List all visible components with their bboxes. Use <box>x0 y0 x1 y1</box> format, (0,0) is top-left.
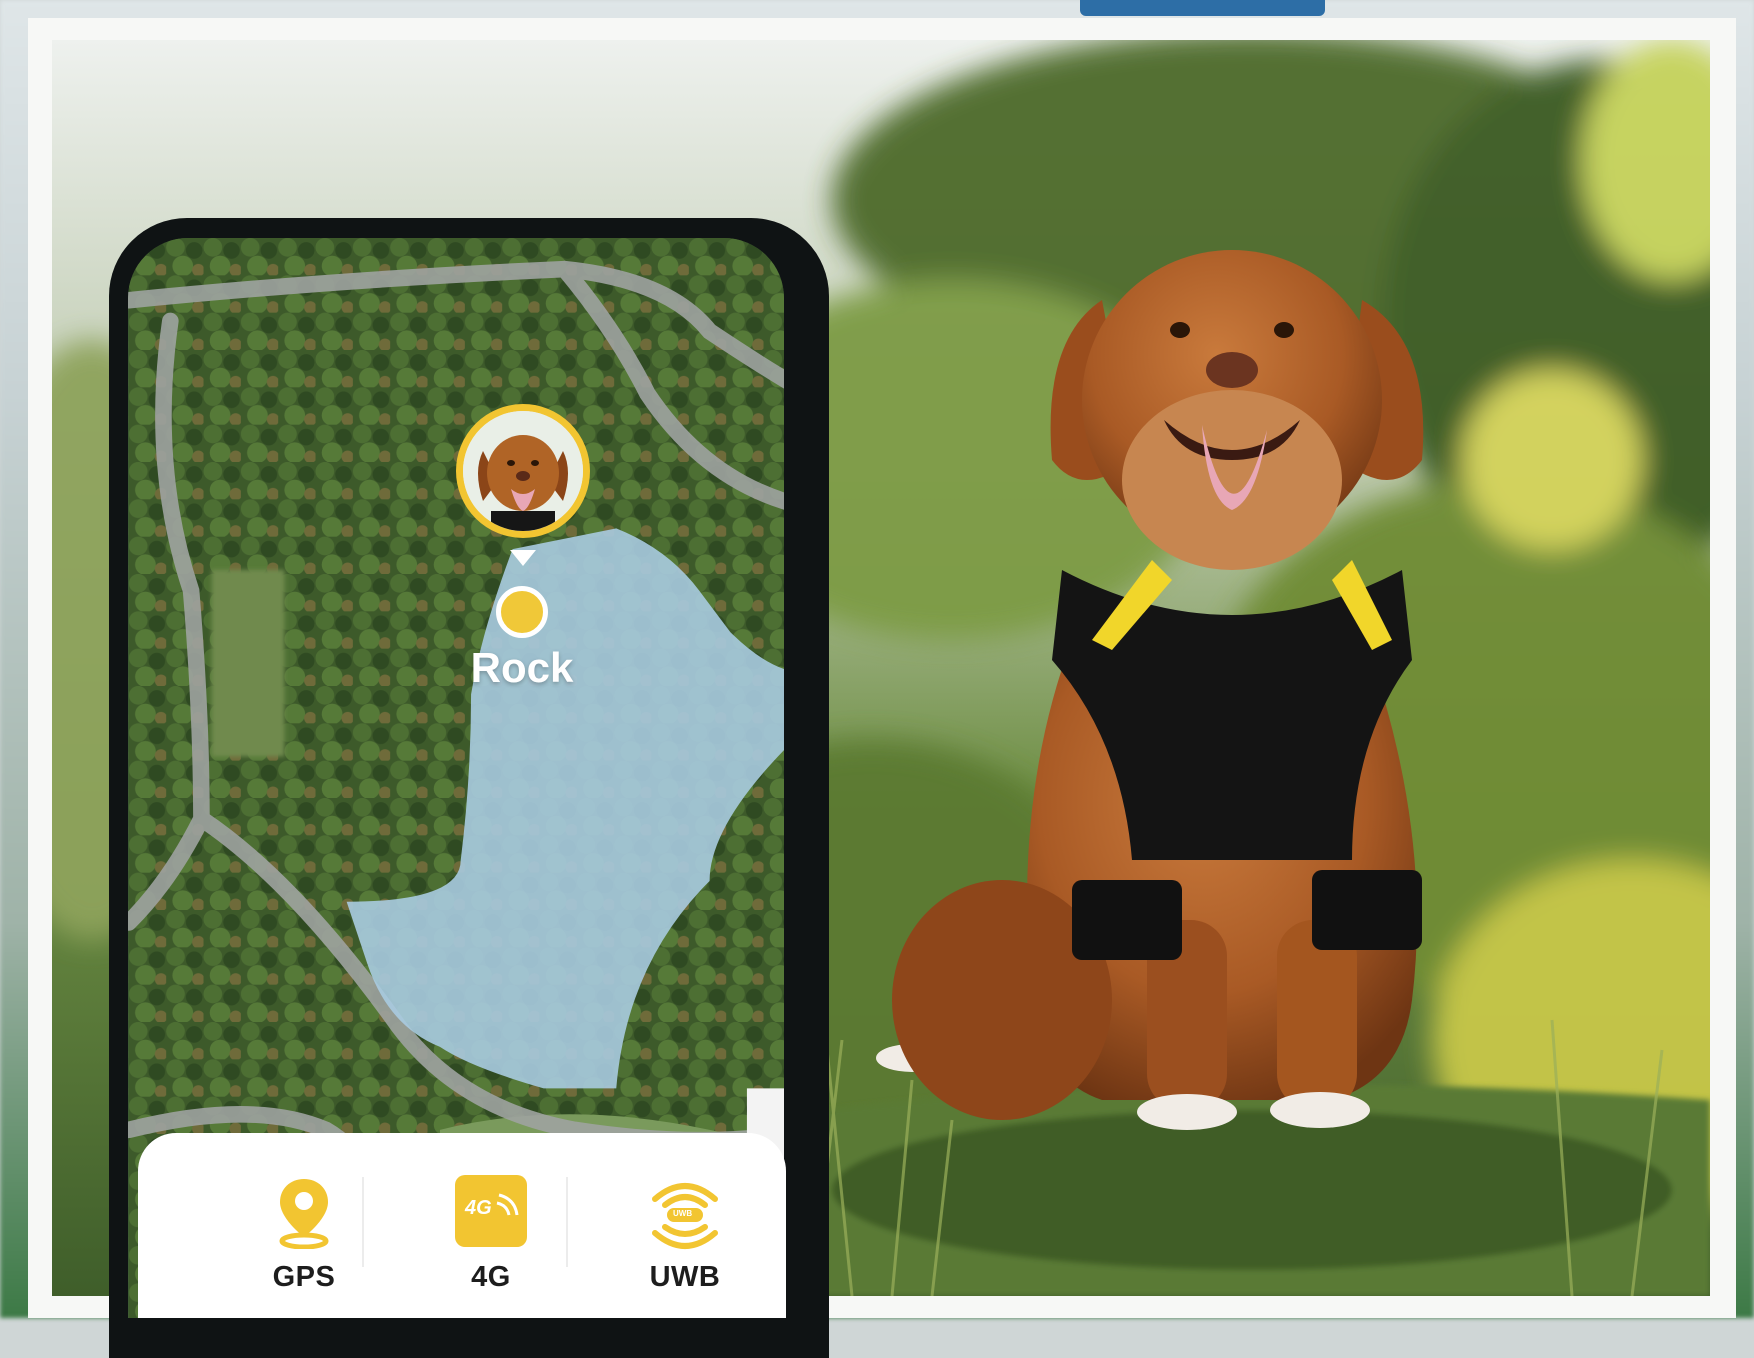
4g-signal-icon: 4G <box>455 1175 527 1247</box>
feature-uwb: UWB UWB <box>585 1133 785 1318</box>
backdrop-blue-tab <box>1080 0 1325 16</box>
feature-gps-label: GPS <box>272 1261 336 1293</box>
uwb-badge-text: UWB <box>673 1209 693 1218</box>
feature-card: GPS 4G 4G UWB UWB <box>138 1133 786 1318</box>
feature-divider <box>566 1177 568 1267</box>
feature-uwb-label: UWB <box>649 1261 721 1293</box>
pin-pointer <box>510 550 536 566</box>
feature-divider <box>362 1177 364 1267</box>
feature-4g: 4G 4G <box>391 1133 591 1318</box>
pet-name-label: Rock <box>470 644 574 691</box>
dog-avatar-icon <box>463 411 583 531</box>
location-dot[interactable] <box>496 586 548 638</box>
feature-gps: GPS <box>204 1133 404 1318</box>
feature-4g-label: 4G <box>471 1261 511 1293</box>
uwb-signal-icon: UWB <box>643 1175 727 1258</box>
pet-avatar[interactable] <box>456 404 590 538</box>
location-pin-icon <box>274 1175 334 1254</box>
